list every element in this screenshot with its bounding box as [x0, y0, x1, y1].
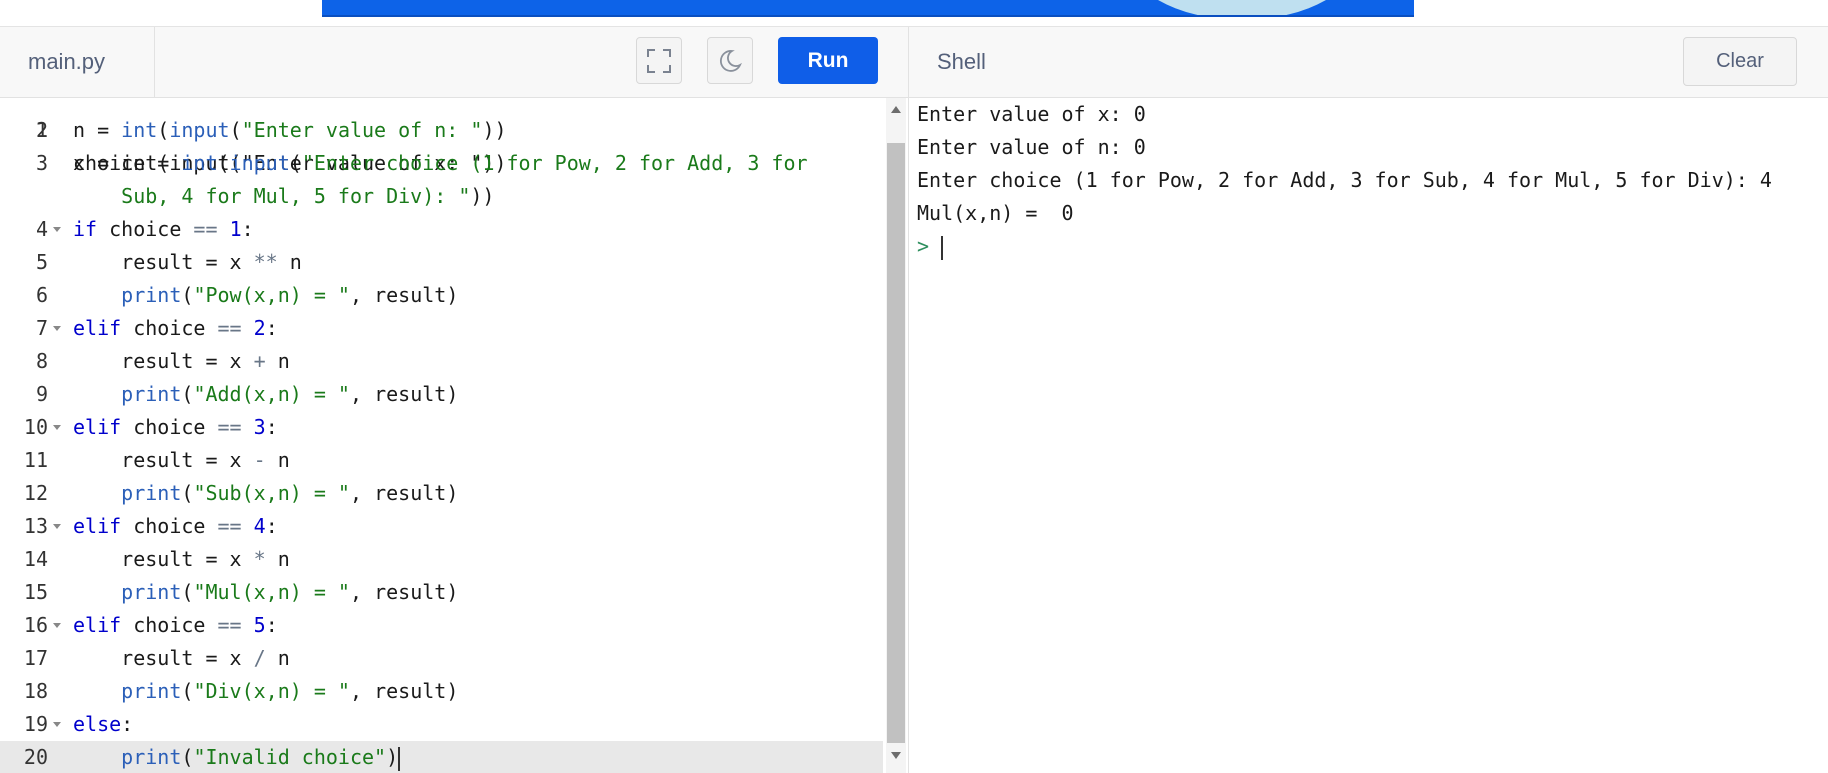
code-text: print("Mul(x,n) = ", result): [121, 580, 459, 604]
line-number: 19: [23, 712, 48, 736]
code-line: 20 print("Invalid choice"): [0, 741, 883, 773]
editor-scrollbar[interactable]: [886, 98, 906, 773]
line-number: 15: [23, 580, 48, 604]
fold-arrow-icon[interactable]: [53, 722, 61, 727]
line-number: 18: [23, 679, 48, 703]
code-text: result = x * n: [73, 547, 290, 571]
fold-arrow-icon[interactable]: [53, 227, 61, 232]
scroll-down-icon[interactable]: [891, 752, 901, 759]
code-line: 2 n = int(input("Enter value of n: ")): [0, 114, 883, 147]
code-line: 15 print("Mul(x,n) = ", result): [0, 576, 883, 609]
line-number: 2: [35, 118, 48, 142]
fold-arrow-icon[interactable]: [53, 425, 61, 430]
code-line: 18 print("Div(x,n) = ", result): [0, 675, 883, 708]
code-text: else:: [73, 712, 134, 736]
ad-graphic: [1122, 0, 1362, 15]
code-line: 11 result = x - n: [0, 444, 883, 477]
code-text: elif choice == 5:: [73, 613, 278, 637]
moon-icon: [720, 49, 742, 72]
shell-output-line: Enter value of x: 0: [917, 102, 1146, 126]
code-line: 7 elif choice == 2:: [0, 312, 883, 345]
code-editor[interactable]: 1 x = int(input("Enter value of x: ")) 2…: [0, 98, 908, 773]
code-line: 10 elif choice == 3:: [0, 411, 883, 444]
code-text: elif choice == 3:: [73, 415, 278, 439]
shell-output-line: Mul(x,n) = 0: [917, 201, 1074, 225]
line-number: 9: [35, 382, 48, 406]
line-number: 17: [23, 646, 48, 670]
line-number: 4: [35, 217, 48, 241]
code-text: print("Invalid choice"): [121, 745, 401, 771]
file-tab[interactable]: main.py: [0, 27, 155, 97]
line-number: 14: [23, 547, 48, 571]
code-line: 5 result = x ** n: [0, 246, 883, 279]
line-number: 8: [35, 349, 48, 373]
line-number: 3: [35, 151, 48, 175]
code-line-partial: 1 x = int(input("Enter value of x: ")): [0, 98, 883, 175]
code-line: 13 elif choice == 4:: [0, 510, 883, 543]
fold-arrow-icon[interactable]: [53, 524, 61, 529]
scroll-up-icon[interactable]: [891, 106, 901, 113]
line-number: 13: [23, 514, 48, 538]
editor-header: main.py Run: [0, 27, 908, 98]
shell-output-line: Enter value of n: 0: [917, 135, 1146, 159]
code-line: 8 result = x + n: [0, 345, 883, 378]
shell-output[interactable]: Enter value of x: 0 Enter value of n: 0 En…: [908, 98, 1828, 773]
file-tab-label: main.py: [28, 49, 106, 74]
line-number: 6: [35, 283, 48, 307]
line-number: 5: [35, 250, 48, 274]
code-text: choice = int(input("Enter choice (1 for …: [73, 151, 808, 175]
line-number: 7: [35, 316, 48, 340]
code-text: result = x - n: [73, 448, 290, 472]
code-text: print("Div(x,n) = ", result): [121, 679, 459, 703]
code-line: 16 elif choice == 5:: [0, 609, 883, 642]
code-text: print("Add(x,n) = ", result): [121, 382, 459, 406]
code-line: 19 else:: [0, 708, 883, 741]
run-button[interactable]: Run: [778, 37, 878, 84]
code-line: 9 print("Add(x,n) = ", result): [0, 378, 883, 411]
line-number: 11: [23, 448, 48, 472]
code-text: result = x / n: [73, 646, 290, 670]
fold-arrow-icon[interactable]: [53, 623, 61, 628]
code-text: result = x + n: [73, 349, 290, 373]
shell-cursor: [941, 235, 944, 260]
line-number: 20: [23, 745, 48, 769]
clear-button[interactable]: Clear: [1683, 37, 1797, 86]
code-text: elif choice == 2:: [73, 316, 278, 340]
code-text: print("Pow(x,n) = ", result): [121, 283, 459, 307]
line-number: 12: [23, 481, 48, 505]
code-text: print("Sub(x,n) = ", result): [121, 481, 459, 505]
code-text: n = int(input("Enter value of n: ")): [73, 118, 507, 142]
code-line: 3 choice = int(input("Enter choice (1 for…: [0, 147, 883, 180]
line-number: 10: [23, 415, 48, 439]
code-line: 17 result = x / n: [0, 642, 883, 675]
code-line: 4 if choice == 1:: [0, 213, 883, 246]
code-line: Sub, 4 for Mul, 5 for Div): ")): [0, 180, 883, 213]
code-text: result = x ** n: [73, 250, 302, 274]
shell-title: Shell: [937, 49, 986, 74]
code-line: 6 print("Pow(x,n) = ", result): [0, 279, 883, 312]
theme-toggle-button[interactable]: [707, 37, 753, 84]
code-text: Sub, 4 for Mul, 5 for Div): ")): [121, 184, 495, 208]
code-line: 12 print("Sub(x,n) = ", result): [0, 477, 883, 510]
code-line: 14 result = x * n: [0, 543, 883, 576]
scroll-thumb[interactable]: [887, 143, 905, 743]
code-text: if choice == 1:: [73, 217, 254, 241]
fullscreen-icon: [647, 48, 671, 73]
code-text: elif choice == 4:: [73, 514, 278, 538]
fold-arrow-icon[interactable]: [53, 326, 61, 331]
top-ad-bar: [0, 0, 1828, 27]
shell-output-line: Enter choice (1 for Pow, 2 for Add, 3 fo…: [917, 168, 1772, 192]
text-cursor: [398, 746, 401, 771]
shell-prompt[interactable]: >: [917, 230, 944, 263]
fullscreen-button[interactable]: [636, 37, 682, 84]
shell-header: Shell Clear: [908, 27, 1828, 98]
ad-banner[interactable]: [322, 0, 1414, 17]
line-number: 16: [23, 613, 48, 637]
prompt-chevron-icon: >: [917, 234, 942, 258]
